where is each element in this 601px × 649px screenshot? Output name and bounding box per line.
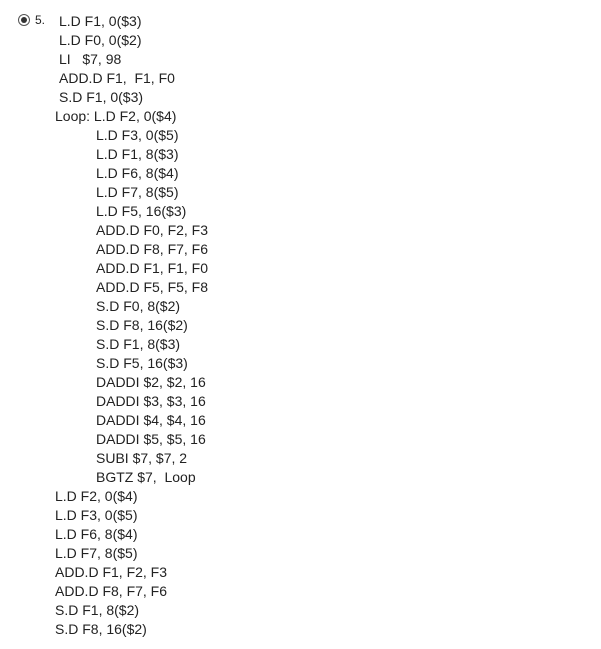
code-line: Loop: L.D F2, 0($4) [55,108,177,124]
code-line: S.D F1, 8($3) [96,336,181,352]
code-line: ADD.D F1, F1, F0 [59,70,175,86]
code-line: S.D F1, 0($3) [59,89,144,105]
code-line: DADDI $3, $3, 16 [96,393,206,409]
code-line: LI $7, 98 [59,51,122,67]
code-line: ADD.D F5, F5, F8 [96,279,209,295]
code-line: L.D F2, 0($4) [55,488,138,504]
code-line: L.D F3, 0($5) [96,127,179,143]
code-line: SUBI $7, $7, 2 [96,450,188,466]
code-line: DADDI $2, $2, 16 [96,374,206,390]
code-line: ADD.D F8, F7, F6 [55,583,168,599]
code-line: ADD.D F8, F7, F6 [96,241,209,257]
code-line: S.D F5, 16($3) [96,355,188,371]
radio-selected-icon[interactable] [18,14,30,26]
code-line: DADDI $5, $5, 16 [96,431,206,447]
code-line: S.D F1, 8($2) [55,602,140,618]
code-line: L.D F0, 0($2) [59,32,142,48]
code-line: ADD.D F1, F2, F3 [55,564,168,580]
code-line: L.D F5, 16($3) [96,203,187,219]
code-line: S.D F0, 8($2) [96,298,181,314]
code-line: L.D F6, 8($4) [96,165,179,181]
code-line: L.D F7, 8($5) [55,545,138,561]
code-line: S.D F8, 16($2) [96,317,188,333]
code-line: BGTZ $7, Loop [96,469,196,485]
code-line: DADDI $4, $4, 16 [96,412,206,428]
code-line: L.D F7, 8($5) [96,184,179,200]
option-number: 5. [35,13,46,27]
code-line: S.D F8, 16($2) [55,621,147,637]
code-line: L.D F3, 0($5) [55,507,138,523]
code-line: L.D F6, 8($4) [55,526,138,542]
code-line: L.D F1, 8($3) [96,146,179,162]
code-line: L.D F1, 0($3) [59,13,142,29]
code-line: ADD.D F0, F2, F3 [96,222,209,238]
code-line: ADD.D F1, F1, F0 [96,260,209,276]
